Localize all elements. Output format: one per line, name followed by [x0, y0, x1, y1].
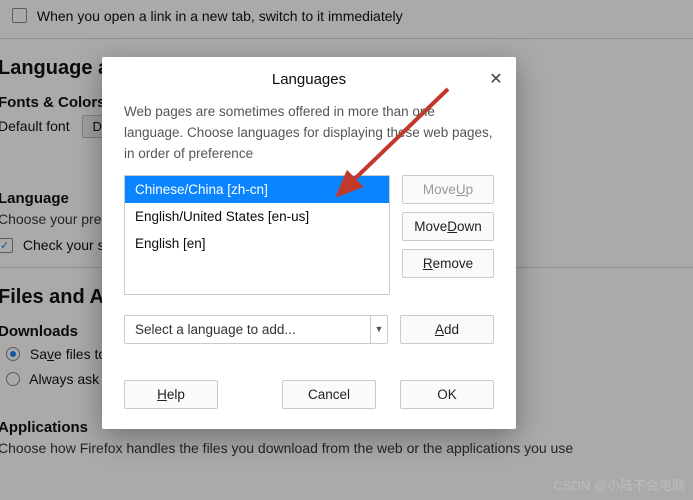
- move-down-button[interactable]: Move Down: [402, 212, 494, 241]
- list-item[interactable]: English/United States [en-us]: [125, 203, 389, 230]
- languages-dialog: Languages ✕ Web pages are sometimes offe…: [102, 57, 516, 429]
- move-up-button[interactable]: Move Up: [402, 175, 494, 204]
- add-button[interactable]: Add: [400, 315, 494, 344]
- select-placeholder: Select a language to add...: [125, 316, 370, 343]
- watermark: CSDN @小陆不会电脑: [553, 475, 685, 494]
- close-icon[interactable]: ✕: [486, 69, 506, 89]
- dialog-title: Languages: [272, 71, 346, 88]
- add-language-select[interactable]: Select a language to add... ▼: [124, 315, 388, 344]
- language-list[interactable]: Chinese/China [zh-cn] English/United Sta…: [124, 175, 390, 295]
- list-item[interactable]: English [en]: [125, 230, 389, 257]
- cancel-button[interactable]: Cancel: [282, 380, 376, 409]
- dialog-description: Web pages are sometimes offered in more …: [124, 102, 494, 165]
- remove-button[interactable]: Remove: [402, 249, 494, 278]
- ok-button[interactable]: OK: [400, 380, 494, 409]
- list-item[interactable]: Chinese/China [zh-cn]: [125, 176, 389, 203]
- chevron-down-icon: ▼: [370, 316, 387, 343]
- help-button[interactable]: Help: [124, 380, 218, 409]
